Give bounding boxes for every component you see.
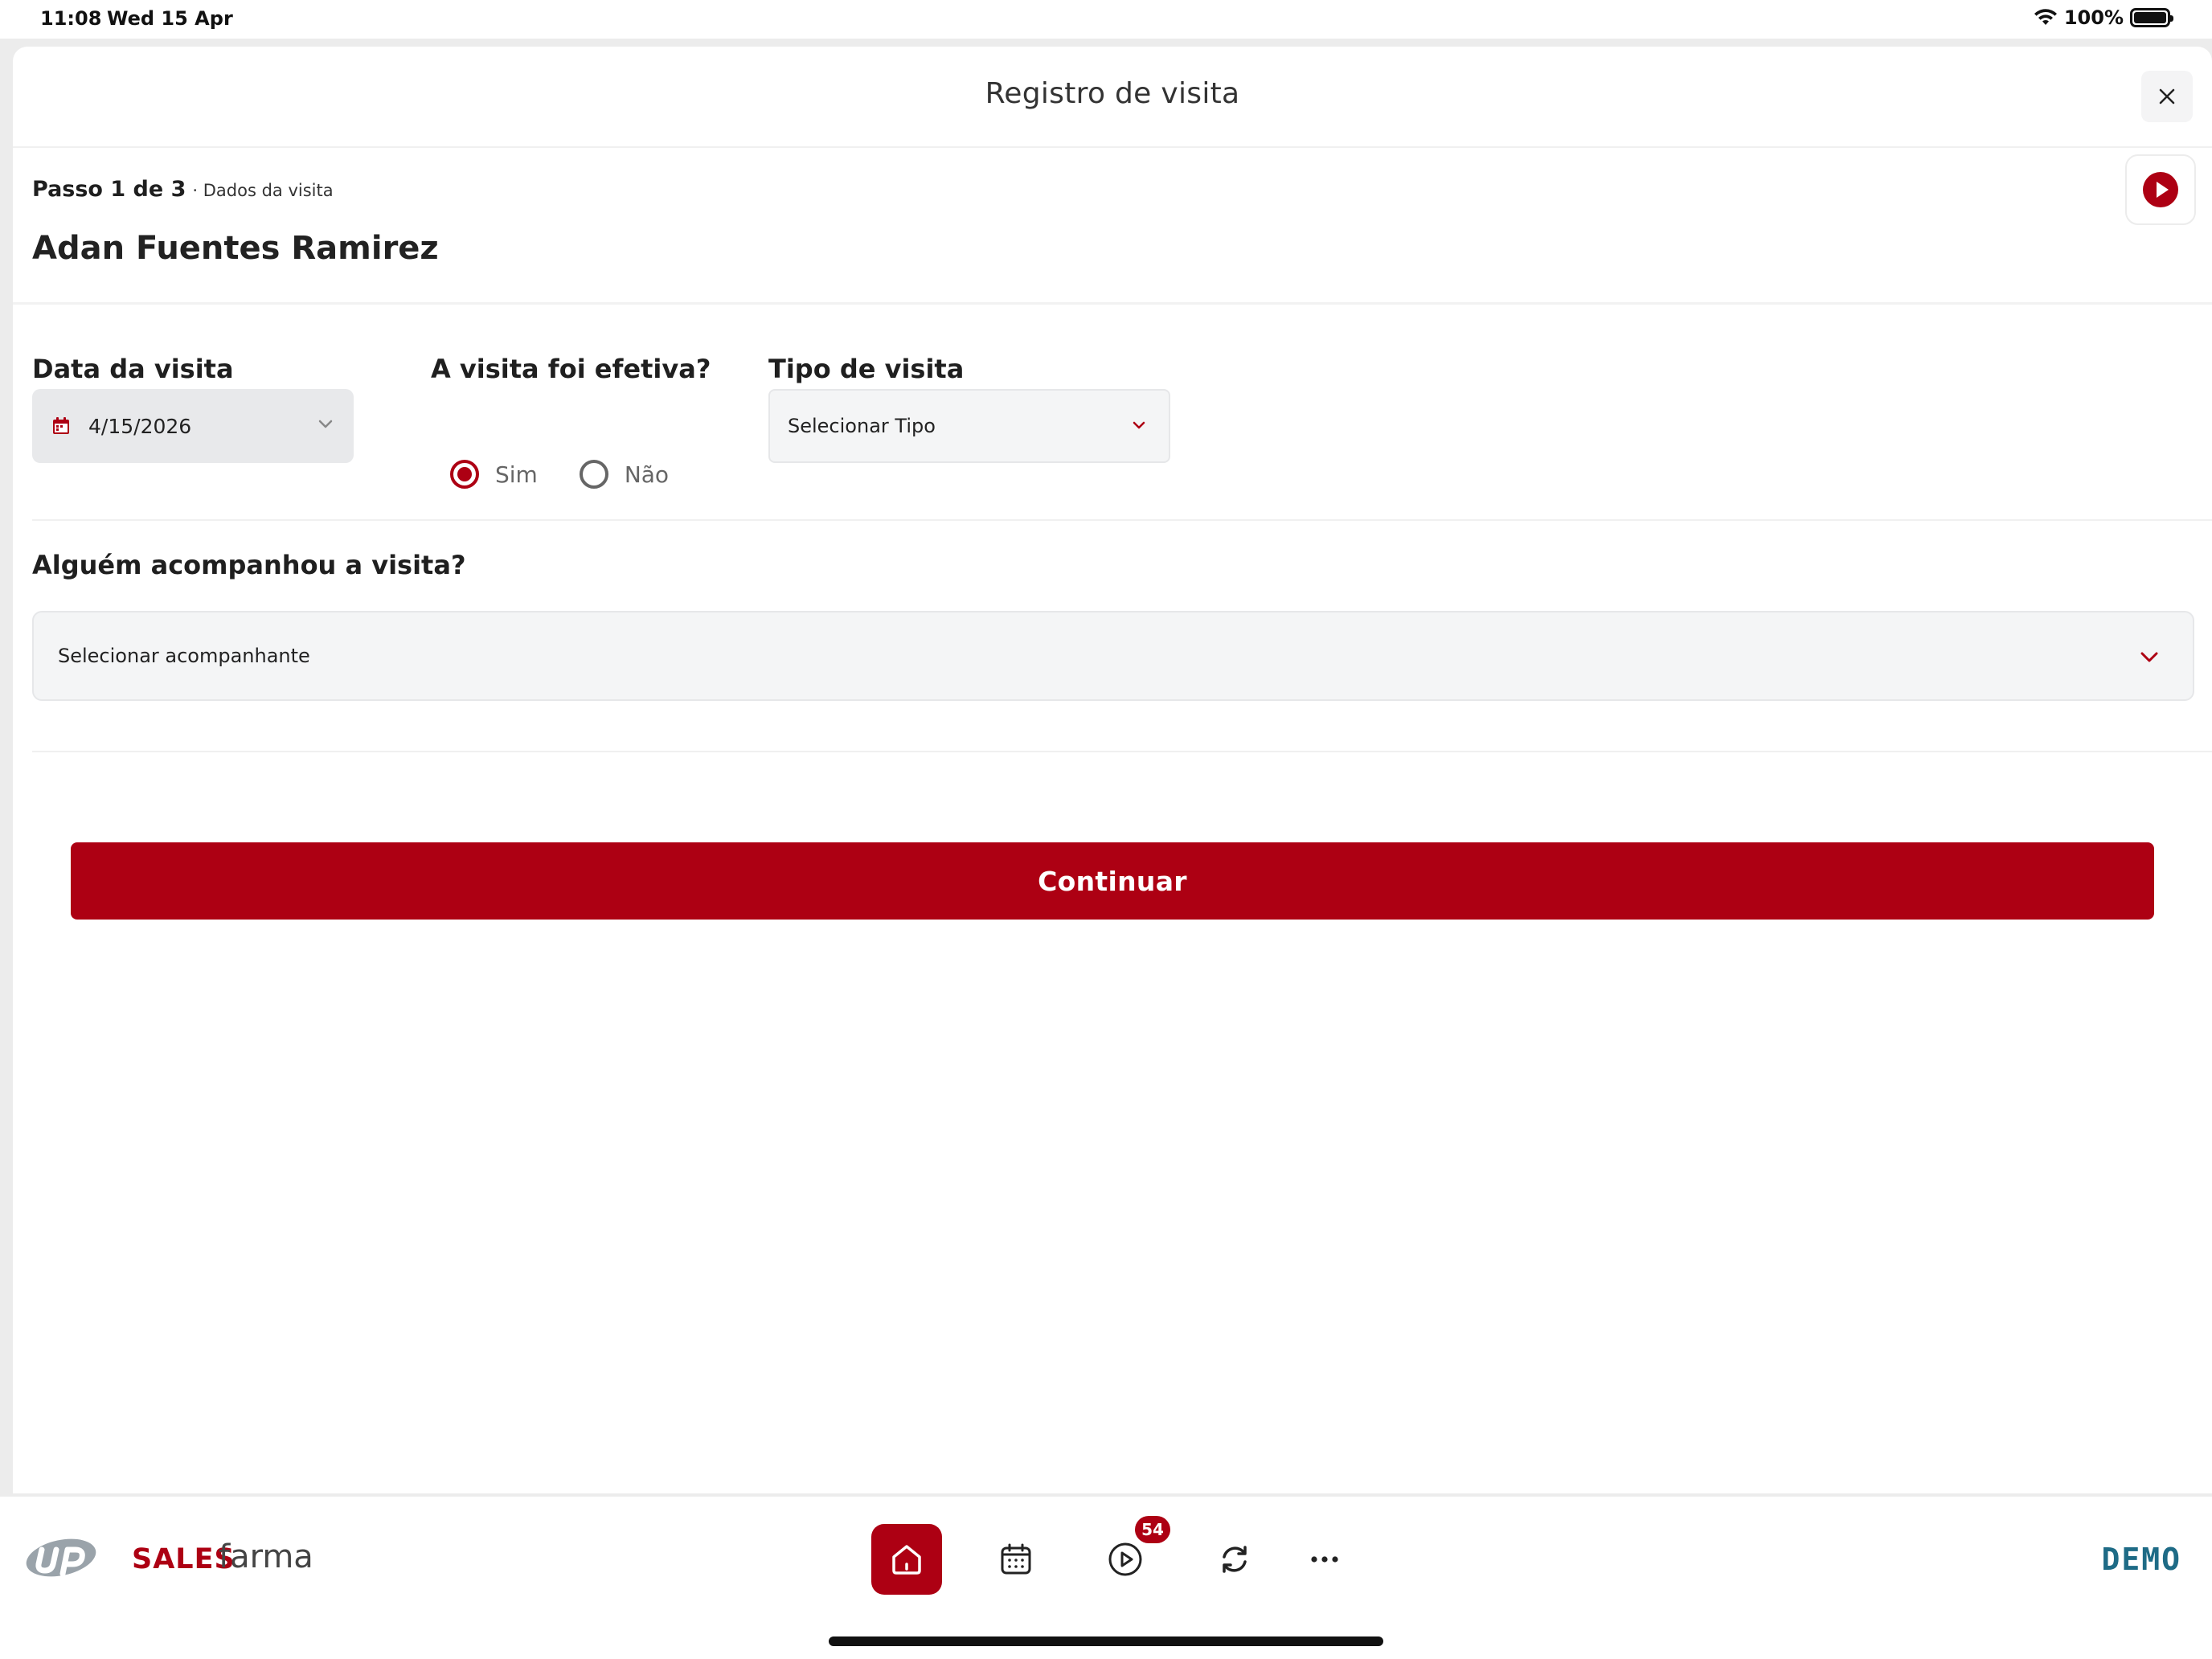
companion-select[interactable]: Selecionar acompanhante [32, 611, 2194, 701]
up-logo-icon [26, 1538, 96, 1577]
visit-date-value: 4/15/2026 [88, 414, 192, 438]
wifi-icon [2034, 9, 2057, 25]
sheet-header: Registro de visita [13, 47, 2212, 148]
step-label: Passo 1 de 3 [32, 177, 186, 202]
home-indicator[interactable] [829, 1636, 1383, 1646]
status-time: 11:08 [40, 7, 102, 30]
divider [32, 751, 2212, 752]
visit-type-label: Tipo de visita [768, 354, 965, 384]
companion-label: Alguém acompanhou a visita? [32, 550, 466, 580]
tab-calendar[interactable] [981, 1524, 1051, 1595]
step-indicator: Passo 1 de 3 · Dados da visita [32, 177, 334, 202]
radio-nao[interactable]: Não [579, 460, 670, 489]
close-icon [2159, 88, 2175, 104]
radio-unchecked-icon [579, 460, 608, 489]
radio-checked-icon [450, 460, 479, 489]
visit-type-placeholder: Selecionar Tipo [788, 415, 936, 437]
companion-placeholder: Selecionar acompanhante [58, 645, 310, 667]
more-icon [1311, 1556, 1338, 1563]
demo-label: DEMO [2101, 1542, 2181, 1577]
continue-button[interactable]: Continuar [71, 842, 2154, 920]
tab-visits[interactable]: 54 [1090, 1516, 1170, 1595]
video-button[interactable] [2125, 154, 2196, 225]
close-button[interactable] [2141, 71, 2193, 122]
step-subtitle: · Dados da visita [192, 181, 334, 200]
sync-icon [1223, 1546, 1247, 1573]
radio-sim-label: Sim [495, 461, 538, 488]
radio-sim[interactable]: Sim [450, 460, 538, 489]
chevron-down-icon [2140, 652, 2158, 662]
status-bar: 11:08 Wed 15 Apr 100% [0, 0, 2212, 39]
battery-icon [2130, 8, 2173, 27]
effective-visit-label: A visita foi efetiva? [431, 354, 711, 384]
effective-visit-radio-group: Sim Não [450, 460, 711, 489]
status-date: Wed 15 Apr [107, 7, 233, 30]
play-circle-icon [1108, 1542, 1142, 1576]
play-circle-icon [2143, 172, 2178, 207]
chevron-down-icon [318, 420, 333, 428]
calendar-icon [1001, 1543, 1031, 1575]
visit-date-label: Data da visita [32, 354, 234, 384]
notification-badge: 54 [1135, 1516, 1170, 1543]
home-icon [892, 1545, 921, 1575]
tab-home[interactable] [871, 1524, 942, 1595]
tab-more[interactable] [1289, 1524, 1360, 1595]
calendar-icon [53, 417, 69, 434]
page-title: Registro de visita [985, 77, 1240, 110]
status-indicators: 100% [2034, 6, 2173, 29]
tab-sync[interactable] [1199, 1524, 1270, 1595]
bottom-tab-bar: SALES farma 54 DEMO [0, 1495, 2212, 1659]
divider [32, 519, 2212, 521]
visit-date-picker[interactable]: 4/15/2026 [32, 389, 354, 463]
visit-type-select[interactable]: Selecionar Tipo [768, 389, 1170, 463]
brand-farma: farma [219, 1538, 313, 1575]
radio-nao-label: Não [624, 461, 670, 488]
visit-registration-sheet: Registro de visita Passo 1 de 3 · Dados … [13, 47, 2212, 1493]
battery-percent: 100% [2063, 6, 2124, 29]
divider [13, 302, 2212, 305]
patient-name: Adan Fuentes Ramirez [32, 230, 439, 267]
chevron-down-icon [1133, 421, 1145, 429]
